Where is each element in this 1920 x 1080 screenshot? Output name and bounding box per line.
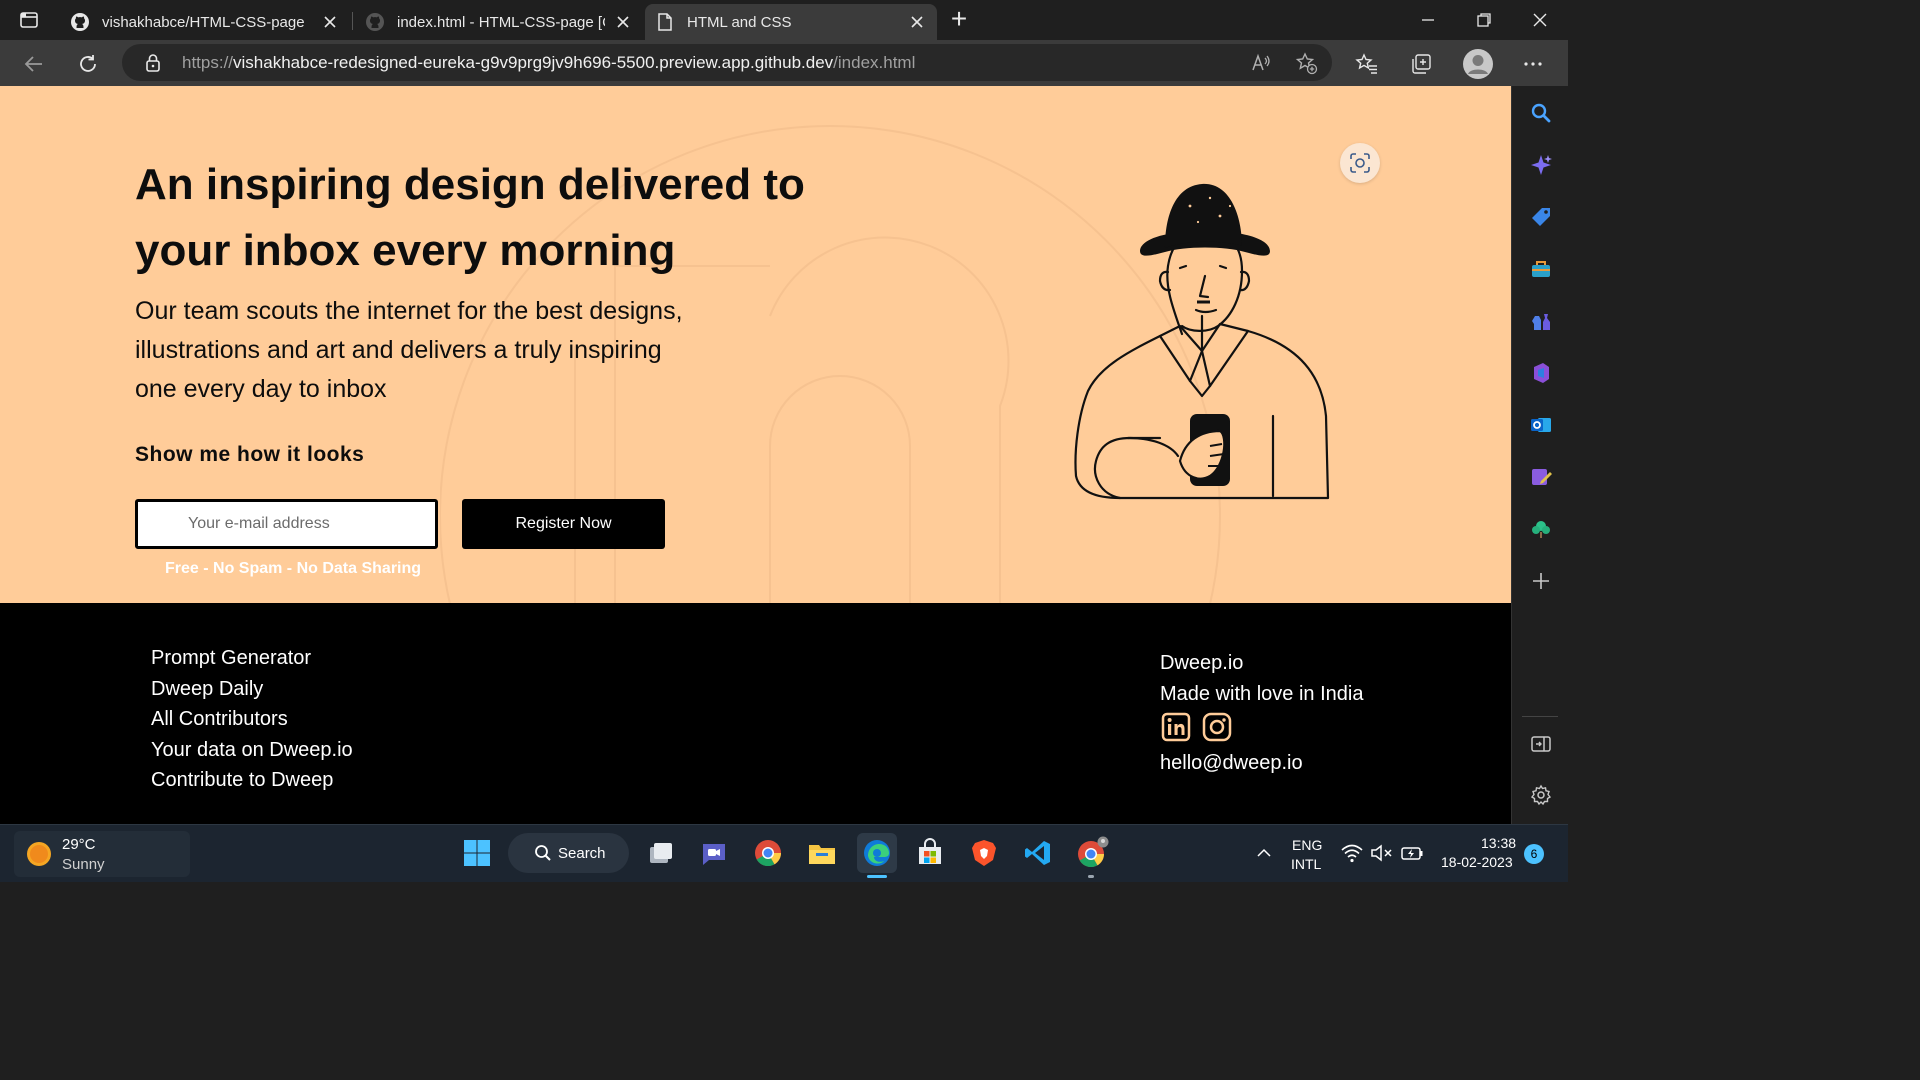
hero-section: An inspiring design delivered to your in… (0, 86, 1511, 676)
register-button[interactable]: Register Now (462, 499, 665, 549)
clock-time[interactable]: 13:38 (1481, 835, 1516, 851)
chrome-profile-icon[interactable] (1074, 835, 1110, 871)
edge-sidebar (1511, 86, 1568, 824)
copilot-icon[interactable] (1528, 152, 1554, 178)
start-icon[interactable] (459, 835, 495, 871)
url-scheme: https:// (182, 53, 234, 72)
games-icon[interactable] (1528, 308, 1554, 334)
close-icon[interactable] (320, 12, 340, 32)
battery-charging-icon[interactable] (1400, 842, 1424, 864)
search-label: Search (558, 844, 606, 862)
split-screen-icon[interactable] (1528, 731, 1554, 757)
footer-brand: Dweep.io (1160, 652, 1244, 674)
language-bottom[interactable]: INTL (1291, 856, 1321, 872)
minimize-icon[interactable] (1418, 10, 1438, 30)
chevron-up-icon[interactable] (1254, 843, 1274, 863)
hero-headline: An inspiring design delivered to your in… (135, 160, 805, 275)
tree-icon[interactable] (1528, 516, 1554, 542)
edge-active-indicator (867, 875, 887, 878)
search-icon (534, 844, 552, 862)
microsoft-store-icon[interactable] (912, 835, 948, 871)
tab-title: index.html - HTML-CSS-page [Co (397, 13, 605, 31)
new-tab-button[interactable]: + (946, 5, 972, 33)
page-icon (655, 12, 675, 32)
wifi-icon[interactable] (1340, 842, 1364, 864)
volume-muted-icon[interactable] (1370, 842, 1394, 864)
file-explorer-icon[interactable] (804, 835, 840, 871)
footer-tagline: Made with love in India (1160, 683, 1364, 705)
close-icon[interactable] (907, 12, 927, 32)
url-path: /index.html (833, 53, 916, 72)
linkedin-icon[interactable] (1160, 711, 1192, 743)
task-view-icon[interactable] (643, 835, 679, 871)
cta-heading: Show me how it looks (135, 443, 365, 466)
url-host: vishakhabce-redesigned-eureka-g9v9prg9jv… (233, 53, 834, 72)
chrome-running-indicator (1088, 875, 1094, 878)
language-top[interactable]: ENG (1292, 837, 1322, 853)
clock-date[interactable]: 18-02-2023 (1441, 854, 1513, 870)
lock-icon[interactable] (144, 53, 162, 73)
weather-widget[interactable]: 29°C Sunny (14, 831, 190, 877)
weather-temp: 29°C (62, 836, 96, 853)
add-favorite-icon[interactable] (1294, 51, 1318, 75)
refresh-icon[interactable] (72, 48, 104, 80)
vscode-icon[interactable] (1020, 835, 1056, 871)
shopping-tag-icon[interactable] (1528, 204, 1554, 230)
weather-desc: Sunny (62, 856, 105, 873)
address-bar-row: https://vishakhabce-redesigned-eureka-g9… (0, 40, 1568, 86)
outlook-icon[interactable] (1528, 412, 1554, 438)
hero-subtext: Our team scouts the internet for the bes… (135, 297, 683, 403)
restore-icon[interactable] (1474, 10, 1494, 30)
windows-taskbar: 29°C Sunny Search ENG INTL 13:38 18-02-2… (0, 824, 1568, 882)
designer-icon[interactable] (1528, 464, 1554, 490)
read-aloud-icon[interactable] (1250, 52, 1272, 74)
tab-github-repo[interactable]: vishakhabce/HTML-CSS-page (60, 4, 350, 40)
man-with-phone-illustration (1074, 183, 1330, 500)
footer-email[interactable]: hello@dweep.io (1160, 752, 1303, 775)
collections-icon[interactable] (1405, 48, 1437, 80)
office-icon[interactable] (1528, 360, 1554, 386)
url-text[interactable]: https://vishakhabce-redesigned-eureka-g9… (182, 53, 915, 73)
profile-avatar[interactable] (1460, 46, 1496, 82)
chrome-icon[interactable] (750, 835, 786, 871)
footer-link-your-data[interactable]: Your data on Dweep.io (151, 739, 353, 762)
settings-icon[interactable] (1528, 782, 1554, 808)
url-bar[interactable]: https://vishakhabce-redesigned-eureka-g9… (122, 44, 1332, 81)
chat-icon[interactable] (696, 835, 732, 871)
footer-link-prompt-generator[interactable]: Prompt Generator (151, 647, 311, 670)
close-window-icon[interactable] (1530, 10, 1550, 30)
brave-icon[interactable] (966, 835, 1002, 871)
edge-icon[interactable] (857, 833, 897, 873)
more-menu-icon[interactable] (1517, 48, 1549, 80)
footer-link-all-contributors[interactable]: All Contributors (151, 708, 288, 731)
search-icon[interactable] (1528, 100, 1554, 126)
footer-link-contribute[interactable]: Contribute to Dweep (151, 769, 333, 792)
email-input[interactable] (135, 499, 438, 549)
tab-title: HTML and CSS (687, 13, 792, 31)
footer-link-dweep-daily[interactable]: Dweep Daily (151, 678, 263, 701)
github-icon (70, 12, 90, 32)
instagram-icon[interactable] (1201, 711, 1233, 743)
browser-tab-strip: vishakhabce/HTML-CSS-page index.html - H… (0, 0, 1568, 40)
web-page: An inspiring design delivered to your in… (0, 86, 1511, 824)
github-icon (365, 12, 385, 32)
favorites-icon[interactable] (1351, 48, 1383, 80)
close-icon[interactable] (613, 12, 633, 32)
tools-icon[interactable] (1528, 256, 1554, 282)
taskbar-search-button[interactable]: Search (508, 833, 629, 873)
tab-actions-icon[interactable] (18, 9, 40, 31)
site-footer: Prompt Generator Dweep Daily All Contrib… (0, 603, 1511, 824)
add-icon[interactable] (1528, 568, 1554, 594)
tab-html-and-css[interactable]: HTML and CSS (645, 4, 937, 40)
notification-badge[interactable]: 6 (1524, 844, 1544, 864)
tab-title: vishakhabce/HTML-CSS-page (102, 13, 305, 31)
back-icon[interactable] (18, 48, 50, 80)
sidebar-divider (1522, 716, 1558, 717)
sun-icon (26, 841, 52, 867)
no-spam-note: Free - No Spam - No Data Sharing (165, 560, 422, 577)
tab-divider (352, 12, 353, 30)
tab-codespace-index[interactable]: index.html - HTML-CSS-page [Co (355, 4, 643, 40)
